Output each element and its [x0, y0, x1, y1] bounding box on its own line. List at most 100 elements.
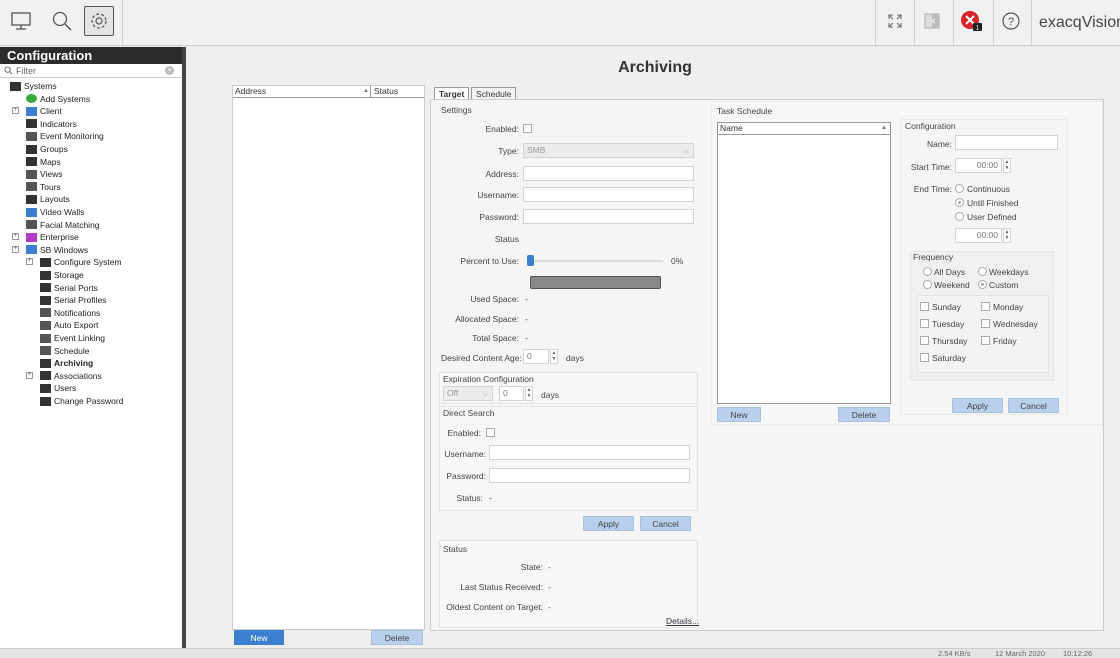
sidebar-item-auto-export[interactable]: Auto Export	[40, 319, 98, 331]
delete-target-button[interactable]: Delete	[371, 630, 423, 645]
sidebar-item-sb-windows[interactable]: SB Windows	[26, 244, 88, 256]
sidebar-item-video-walls[interactable]: Video Walls	[26, 206, 84, 218]
start-time-stepper[interactable]: ▲ ▼	[1003, 158, 1011, 173]
day-thursday-checkbox[interactable]	[920, 336, 929, 345]
schedule-cancel-button[interactable]: Cancel	[1008, 398, 1059, 413]
task-schedule-list[interactable]: Name ▲	[717, 122, 891, 404]
status-time: 10:12:26	[1063, 649, 1093, 658]
start-time-input[interactable]: 00:00	[955, 158, 1002, 173]
help-icon[interactable]: ?	[996, 6, 1026, 36]
day-monday-checkbox[interactable]	[981, 302, 990, 311]
day-friday-checkbox[interactable]	[981, 336, 990, 345]
sidebar-item-client[interactable]: Client	[26, 105, 62, 117]
sidebar-item-users[interactable]: Users	[40, 382, 76, 394]
sidebar-item-archiving[interactable]: Archiving	[40, 357, 93, 369]
sidebar-item-tours[interactable]: Tours	[26, 181, 61, 193]
sidebar-item-schedule[interactable]: Schedule	[40, 345, 89, 357]
sidebar-item-maps[interactable]: Maps	[26, 156, 61, 168]
sidebar-item-serial-profiles[interactable]: Serial Profiles	[40, 294, 106, 306]
expand-icon[interactable]: +	[26, 258, 33, 266]
filter-search-icon	[4, 66, 13, 75]
delete-task-button[interactable]: Delete	[838, 407, 890, 422]
sidebar-item-notifications[interactable]: Notifications	[40, 307, 100, 319]
freq-weekend-radio[interactable]	[923, 280, 932, 289]
sidebar-item-views[interactable]: Views	[26, 168, 63, 180]
schedule-name-input[interactable]	[955, 135, 1058, 150]
expand-icon[interactable]: +	[26, 371, 33, 379]
content-age-input[interactable]: 0	[523, 349, 549, 364]
column-name[interactable]: Name	[718, 123, 890, 134]
sidebar-item-layouts[interactable]: Layouts	[26, 193, 70, 205]
target-cancel-button[interactable]: Cancel	[640, 516, 691, 531]
ds-enabled-checkbox[interactable]	[486, 428, 495, 437]
sidebar-item-add-systems[interactable]: Add Systems	[26, 93, 90, 105]
freq-all-days-radio[interactable]	[923, 267, 932, 276]
tours-icon	[26, 182, 37, 192]
enabled-checkbox[interactable]	[523, 124, 532, 133]
panel-toggle-icon[interactable]	[917, 6, 947, 36]
expiration-mode-select[interactable]: Off ⌵	[443, 386, 493, 401]
expiration-days-input[interactable]: 0	[499, 386, 524, 401]
sidebar-item-enterprise[interactable]: Enterprise	[26, 231, 79, 243]
fullscreen-icon[interactable]	[880, 6, 910, 36]
sidebar-item-associations[interactable]: Associations	[40, 370, 102, 382]
column-address[interactable]: Address	[233, 86, 371, 97]
error-alert-icon[interactable]: 1	[956, 6, 986, 36]
day-saturday-checkbox[interactable]	[920, 353, 929, 362]
end-time-stepper[interactable]: ▲ ▼	[1003, 228, 1011, 243]
sidebar-item-indicators[interactable]: Indicators	[26, 118, 77, 130]
details-link[interactable]: Details...	[666, 616, 699, 626]
end-until-finished-radio[interactable]	[955, 198, 964, 207]
end-user-defined-radio[interactable]	[955, 212, 964, 221]
day-tuesday-checkbox[interactable]	[920, 319, 929, 328]
freq-all-days-label: All Days	[934, 267, 966, 277]
sidebar-item-label: Views	[40, 169, 63, 180]
username-input[interactable]	[523, 187, 694, 202]
new-target-button[interactable]: New	[234, 630, 284, 645]
sidebar-item-event-monitoring[interactable]: Event Monitoring	[26, 130, 104, 142]
end-continuous-radio[interactable]	[955, 184, 964, 193]
expand-icon[interactable]: +	[12, 107, 19, 115]
sidebar-item-label: Facial Matching	[40, 219, 100, 230]
layouts-icon	[26, 194, 37, 204]
associations-icon	[40, 371, 51, 381]
expiration-days-stepper[interactable]: ▲ ▼	[525, 386, 533, 401]
monitor-icon[interactable]	[6, 6, 36, 36]
expand-icon[interactable]: +	[12, 245, 19, 253]
sidebar-item-configure-system[interactable]: Configure System	[40, 256, 122, 268]
storage-icon	[40, 270, 51, 280]
expand-icon[interactable]: +	[12, 233, 19, 241]
end-time-input[interactable]: 00:00	[955, 228, 1002, 243]
sidebar-item-groups[interactable]: Groups	[26, 143, 68, 155]
direct-search-heading: Direct Search	[443, 408, 495, 418]
clear-filter-icon[interactable]: ×	[165, 66, 174, 75]
password-input[interactable]	[523, 209, 694, 224]
sidebar-item-serial-ports[interactable]: Serial Ports	[40, 282, 98, 294]
content-age-stepper[interactable]: ▲ ▼	[550, 349, 558, 364]
sidebar-item-systems[interactable]: Systems	[10, 80, 57, 92]
sidebar-item-facial-matching[interactable]: Facial Matching	[26, 219, 100, 231]
ds-password-input[interactable]	[489, 468, 690, 483]
day-sunday-checkbox[interactable]	[920, 302, 929, 311]
new-task-button[interactable]: New	[717, 407, 761, 422]
percent-slider-handle[interactable]	[527, 255, 534, 266]
ds-enabled-label: Enabled:	[447, 428, 481, 438]
percent-slider-track[interactable]	[527, 260, 663, 262]
schedule-apply-button[interactable]: Apply	[952, 398, 1003, 413]
address-input[interactable]	[523, 166, 694, 181]
day-wednesday-checkbox[interactable]	[981, 319, 990, 328]
serial-profiles-icon	[40, 295, 51, 305]
freq-custom-radio[interactable]	[978, 280, 987, 289]
type-select[interactable]: SMB ⌵	[523, 143, 694, 158]
archive-target-list[interactable]: Address ▲ Status	[232, 85, 425, 630]
freq-weekdays-radio[interactable]	[978, 267, 987, 276]
target-apply-button[interactable]: Apply	[583, 516, 634, 531]
column-status[interactable]: Status	[372, 86, 426, 97]
sidebar-item-change-password[interactable]: Change Password	[40, 395, 123, 407]
sidebar-item-event-linking[interactable]: Event Linking	[40, 332, 105, 344]
filter-input[interactable]: Filter ×	[0, 64, 182, 78]
ds-username-input[interactable]	[489, 445, 690, 460]
sidebar-item-storage[interactable]: Storage	[40, 269, 84, 281]
gear-icon[interactable]	[84, 6, 114, 36]
search-icon[interactable]	[47, 6, 77, 36]
